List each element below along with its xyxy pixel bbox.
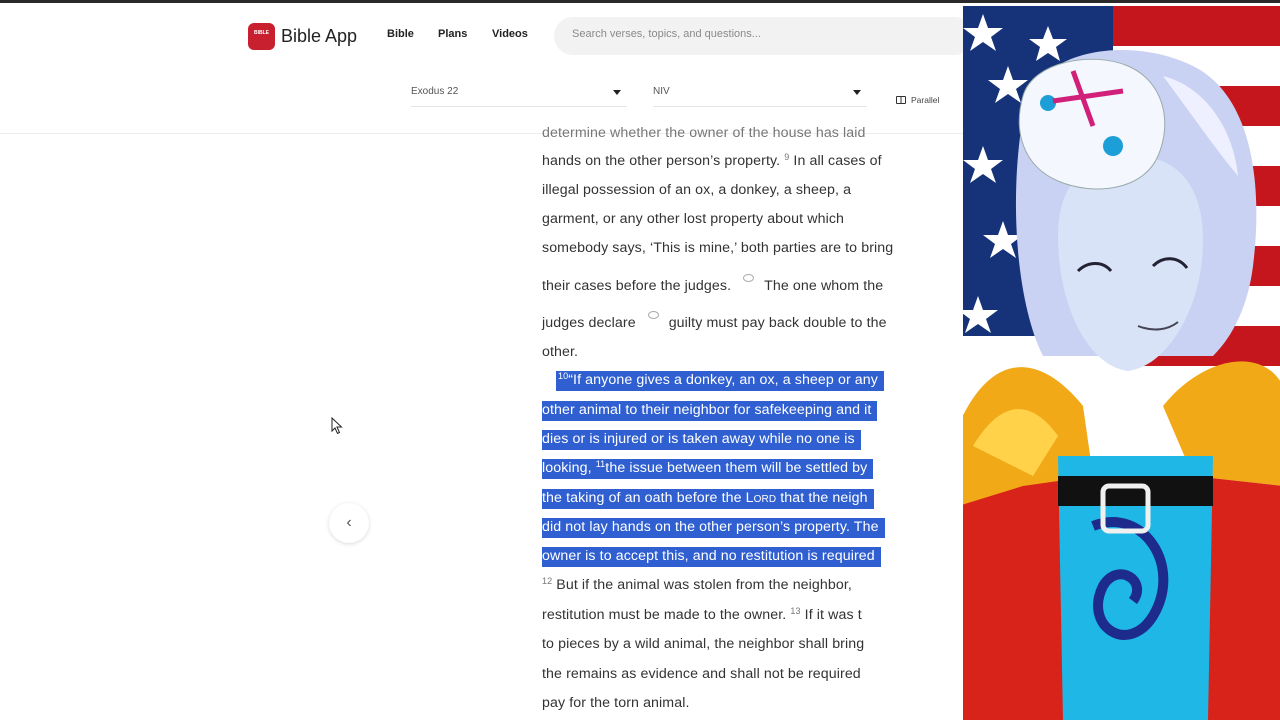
verse-line: judges declare guilty must pay back doubl…: [542, 311, 887, 334]
parallel-toggle[interactable]: Parallel: [896, 95, 939, 105]
bible-app-logo-icon: BIBLE: [248, 23, 275, 50]
version-select[interactable]: NIV: [653, 83, 867, 107]
verse-line: their cases before the judges. The one wh…: [542, 274, 883, 297]
verse-line: garment, or any other lost property abou…: [542, 211, 845, 227]
selected-verse-line[interactable]: other animal to their neighbor for safek…: [542, 401, 878, 421]
verse-number: 10: [558, 371, 569, 381]
verse-line: 12 But if the animal was stolen from the…: [542, 576, 852, 593]
verse-line: to pieces by a wild animal, the neighbor…: [542, 636, 865, 652]
search-bar[interactable]: [554, 17, 974, 55]
verse-line: determine whether the owner of the house…: [542, 125, 866, 141]
verse-line: pay for the torn animal.: [542, 695, 690, 711]
selected-verse-line[interactable]: did not lay hands on the other person’s …: [542, 518, 885, 538]
footnote-icon[interactable]: [647, 311, 659, 319]
streamer-avatar-overlay: [963, 6, 1280, 720]
verse-number: 12: [542, 576, 553, 586]
app-name: Bible App: [281, 26, 358, 46]
nav-videos[interactable]: Videos: [492, 28, 528, 40]
book-chapter-select[interactable]: Exodus 22: [411, 83, 627, 107]
verse-line: other.: [542, 344, 579, 360]
nav-plans[interactable]: Plans: [438, 28, 467, 40]
verse-line: restitution must be made to the owner. 1…: [542, 606, 862, 623]
parallel-label: Parallel: [911, 95, 940, 105]
verse-number: 9: [784, 152, 790, 162]
verse-line: hands on the other person’s property. 9 …: [542, 152, 882, 169]
nav-bible[interactable]: Bible: [387, 28, 414, 40]
chevron-down-icon: [853, 90, 861, 95]
header: BIBLE Bible App Bible Plans Videos Exodu…: [0, 3, 974, 134]
selected-verse-line[interactable]: owner is to accept this, and no restitut…: [542, 547, 881, 567]
mouse-cursor-icon: [331, 417, 343, 435]
version-label: NIV: [653, 86, 670, 97]
previous-chapter-button[interactable]: ‹: [329, 503, 369, 543]
logo[interactable]: BIBLE Bible App: [248, 23, 357, 50]
parallel-icon: [896, 96, 906, 104]
verse-number: 11: [595, 459, 606, 469]
book-chapter-label: Exodus 22: [411, 86, 459, 97]
selected-verse-line[interactable]: 10“If anyone gives a donkey, an ox, a sh…: [556, 371, 884, 391]
verse-line: the remains as evidence and shall not be…: [542, 666, 861, 682]
chevron-left-icon: ‹: [346, 514, 352, 531]
divine-name: Lord: [745, 490, 777, 506]
verse-line: somebody says, ‘This is mine,’ both part…: [542, 240, 894, 256]
verse-number: 13: [790, 606, 801, 616]
verse-line: illegal possession of an ox, a donkey, a…: [542, 182, 852, 198]
footnote-icon[interactable]: [743, 274, 755, 282]
selected-verse-line[interactable]: dies or is injured or is taken away whil…: [542, 430, 861, 450]
vtuber-avatar-image: [963, 6, 1280, 720]
selected-verse-line[interactable]: the taking of an oath before the Lord th…: [542, 489, 874, 509]
search-input[interactable]: [572, 28, 952, 40]
chevron-down-icon: [613, 90, 621, 95]
selected-verse-line[interactable]: looking, 11the issue between them will b…: [542, 459, 874, 479]
